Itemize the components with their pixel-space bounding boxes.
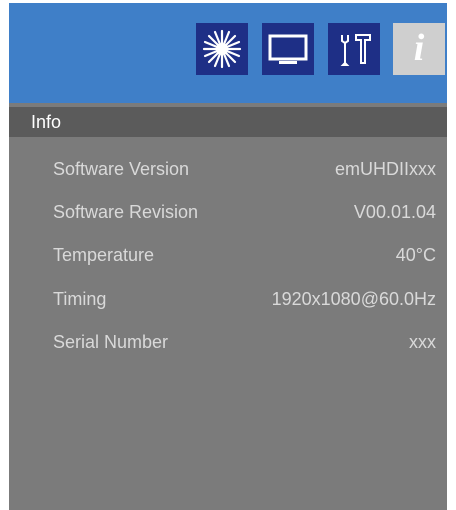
menu-tab-bar: i [9, 3, 447, 103]
info-icon: i [413, 27, 425, 69]
info-label: Timing [53, 289, 107, 309]
info-label: Temperature [53, 245, 155, 265]
info-value: V00.01.04 [353, 202, 436, 222]
info-row-temperature: Temperature 40°C [9, 242, 447, 270]
section-header: Info [9, 107, 447, 137]
info-value: xxx [409, 332, 436, 352]
info-row-timing: Timing 1920x1080@60.0Hz [9, 286, 447, 314]
info-value: emUHDIIxxx [334, 159, 436, 179]
info-label: Software Revision [53, 202, 199, 222]
display-icon [268, 34, 308, 64]
info-row-software-version: Software Version emUHDIIxxx [9, 156, 447, 184]
info-value: 1920x1080@60.0Hz [271, 289, 436, 309]
info-value: 40°C [395, 245, 436, 265]
info-row-software-revision: Software Revision V00.01.04 [9, 199, 447, 227]
info-label: Serial Number [53, 332, 169, 352]
osd-menu: i Info Software Version emUHDIIxxx Softw… [9, 3, 447, 510]
info-label: Software Version [53, 159, 190, 179]
brightness-icon [202, 29, 242, 69]
tab-display[interactable] [262, 23, 314, 75]
tab-info[interactable]: i [393, 23, 445, 75]
section-title: Info [31, 112, 62, 132]
tab-setup[interactable] [328, 23, 380, 75]
info-row-serial-number: Serial Number xxx [9, 329, 447, 357]
setup-tools-icon [340, 34, 371, 66]
tab-brightness[interactable] [196, 23, 248, 75]
